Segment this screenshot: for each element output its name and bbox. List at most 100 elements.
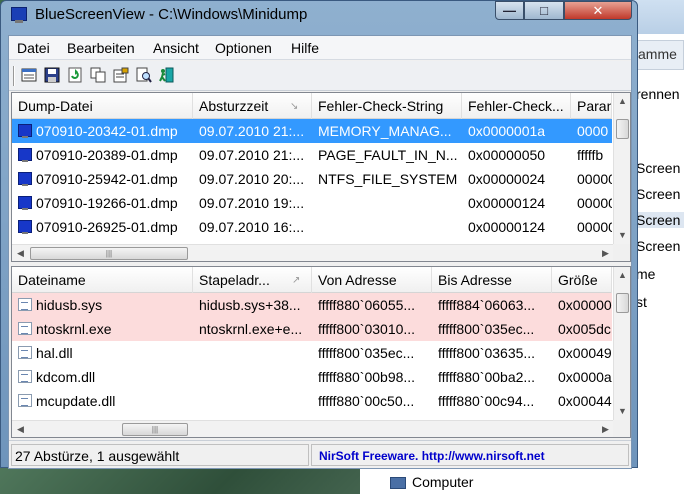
parameter-value: 0000 [577, 123, 609, 139]
column-dump-datei[interactable]: Dump-Datei [12, 93, 193, 119]
app-icon [11, 7, 27, 23]
menu-ansicht[interactable]: Ansicht [153, 40, 199, 56]
dump-file-name: 070910-26925-01.dmp [36, 219, 178, 235]
bluescreenview-window: BlueScreenView - C:\Windows\Minidump — □… [0, 0, 638, 469]
driver-name: ntoskrnl.exe [36, 321, 112, 337]
dump-row[interactable]: 070910-20389-01.dmp 09.07.2010 21:... PA… [12, 143, 612, 167]
dump-file-name: 070910-20342-01.dmp [36, 123, 178, 139]
scroll-down-arrow-icon[interactable]: ▼ [614, 403, 630, 420]
column-groesse[interactable]: Größe [552, 267, 612, 293]
dump-row[interactable]: 070910-25942-01.dmp 09.07.2010 20:... NT… [12, 167, 612, 191]
exit-icon[interactable] [159, 67, 175, 83]
scroll-thumb[interactable] [616, 293, 629, 313]
client-area: Datei Bearbeiten Ansicht Optionen Hilfe … [8, 35, 632, 469]
scroll-thumb[interactable] [616, 119, 629, 139]
find-icon[interactable] [136, 67, 152, 83]
background-tab[interactable]: amme [636, 40, 684, 70]
nirsoft-link[interactable]: NirSoft Freeware. http://www.nirsoft.net [311, 444, 629, 466]
column-fehler-check-code[interactable]: Fehler-Check... [462, 93, 571, 119]
from-address: fffff880`00b98... [318, 369, 416, 385]
driver-size: 0x00049 [558, 345, 612, 361]
scroll-right-arrow-icon[interactable]: ▶ [597, 245, 614, 261]
dump-row[interactable]: 070910-26925-01.dmp 09.07.2010 16:... 0x… [12, 215, 612, 239]
driver-row[interactable]: kdcom.dll fffff880`00b98... fffff880`00b… [12, 365, 612, 389]
background-line: Screen [636, 160, 681, 176]
refresh-icon[interactable] [67, 67, 83, 83]
computer-icon [390, 477, 406, 490]
column-bis-adresse[interactable]: Bis Adresse [432, 267, 552, 293]
top-list-horizontal-scrollbar[interactable]: ◀ ||| ▶ [12, 244, 614, 261]
scroll-up-arrow-icon[interactable]: ▲ [614, 93, 630, 110]
driver-size: 0x00044 [558, 393, 612, 409]
dump-row[interactable]: 070910-19266-01.dmp 09.07.2010 19:... 0x… [12, 191, 612, 215]
toolbar-separator [13, 66, 15, 86]
background-tab-label: amme [638, 46, 677, 62]
crash-count-status: 27 Abstürze, 1 ausgewählt [11, 444, 309, 466]
background-line: Screen [636, 238, 681, 254]
scrollbar-corner [613, 244, 630, 261]
scroll-thumb[interactable]: ||| [122, 423, 188, 436]
minimize-button[interactable]: — [495, 1, 524, 20]
bug-check-string: NTFS_FILE_SYSTEM [318, 171, 458, 187]
dump-file-name: 070910-19266-01.dmp [36, 195, 178, 211]
title-bar[interactable]: BlueScreenView - C:\Windows\Minidump — □… [1, 1, 637, 31]
scroll-right-arrow-icon[interactable]: ▶ [597, 421, 614, 437]
computer-nav-label: Computer [412, 474, 474, 490]
scroll-thumb[interactable]: ||| [30, 247, 188, 260]
to-address: fffff880`00ba2... [438, 369, 536, 385]
scroll-left-arrow-icon[interactable]: ◀ [12, 245, 29, 261]
stack-address [193, 389, 312, 413]
copy-icon[interactable] [90, 67, 106, 83]
to-address: fffff884`06063... [438, 297, 536, 313]
driver-name: hidusb.sys [36, 297, 103, 313]
stack-address: hidusb.sys+38... [199, 297, 301, 313]
window-title: BlueScreenView - C:\Windows\Minidump [35, 6, 308, 23]
column-von-adresse[interactable]: Von Adresse [312, 267, 432, 293]
menu-optionen[interactable]: Optionen [215, 40, 272, 56]
scroll-up-arrow-icon[interactable]: ▲ [614, 267, 630, 284]
to-address: fffff800`035ec... [438, 321, 535, 337]
menu-bearbeiten[interactable]: Bearbeiten [67, 40, 135, 56]
column-dateiname[interactable]: Dateiname [12, 267, 193, 293]
bottom-list-horizontal-scrollbar[interactable]: ◀ ||| ▶ [12, 420, 614, 437]
driver-row[interactable]: mcupdate.dll fffff880`00c50... fffff880`… [12, 389, 612, 413]
save-icon[interactable] [44, 67, 60, 83]
computer-nav-item[interactable]: Computer [390, 474, 473, 490]
menu-hilfe[interactable]: Hilfe [291, 40, 319, 56]
background-line: Screen [636, 186, 681, 202]
close-button[interactable]: ✕ [564, 1, 632, 20]
from-address: fffff880`00c50... [318, 393, 415, 409]
bottom-list-vertical-scrollbar[interactable]: ▲ ▼ [613, 267, 630, 420]
crash-time: 09.07.2010 20:... [199, 171, 305, 187]
stack-address: ntoskrnl.exe+e... [199, 321, 303, 337]
bug-check-code: 0x00000124 [468, 195, 546, 211]
scroll-down-arrow-icon[interactable]: ▼ [614, 227, 630, 244]
html-report-icon[interactable] [21, 67, 37, 83]
background-line: me [636, 266, 656, 282]
crash-dump-list[interactable]: Dump-Datei Absturzzeit ↘ Fehler-Check-St… [11, 92, 631, 262]
driver-name: kdcom.dll [36, 369, 96, 385]
dump-row[interactable]: 070910-20342-01.dmp 09.07.2010 21:... ME… [12, 119, 612, 143]
maximize-button[interactable]: □ [524, 1, 564, 20]
driver-row[interactable]: hidusb.sys hidusb.sys+38... fffff880`060… [12, 293, 612, 317]
top-list-vertical-scrollbar[interactable]: ▲ ▼ [613, 93, 630, 244]
background-line: rennen [636, 86, 680, 102]
column-parameter[interactable]: Paran [571, 93, 612, 119]
driver-row[interactable]: hal.dll fffff800`035ec... fffff800`03635… [12, 341, 612, 365]
parameter-value: 00000 [577, 171, 612, 187]
crash-time: 09.07.2010 21:... [199, 123, 305, 139]
sort-arrow-icon: ↘ [290, 101, 299, 112]
driver-size: 0x0000a [558, 369, 612, 385]
column-fehler-check-string[interactable]: Fehler-Check-String [312, 93, 462, 119]
crash-time: 09.07.2010 21:... [199, 147, 305, 163]
scroll-left-arrow-icon[interactable]: ◀ [12, 421, 29, 437]
properties-icon[interactable] [113, 67, 129, 83]
sort-arrow-icon: ↗ [292, 275, 301, 286]
driver-row[interactable]: ntoskrnl.exe ntoskrnl.exe+e... fffff800`… [12, 317, 612, 341]
bug-check-code: 0x00000124 [468, 219, 546, 235]
menu-datei[interactable]: Datei [17, 40, 50, 56]
bug-check-code: 0x0000001a [468, 123, 546, 139]
stack-address [193, 341, 312, 365]
driver-list[interactable]: Dateiname Stapeladr... ↗ Von Adresse Bis… [11, 266, 631, 438]
crash-time: 09.07.2010 16:... [199, 219, 305, 235]
